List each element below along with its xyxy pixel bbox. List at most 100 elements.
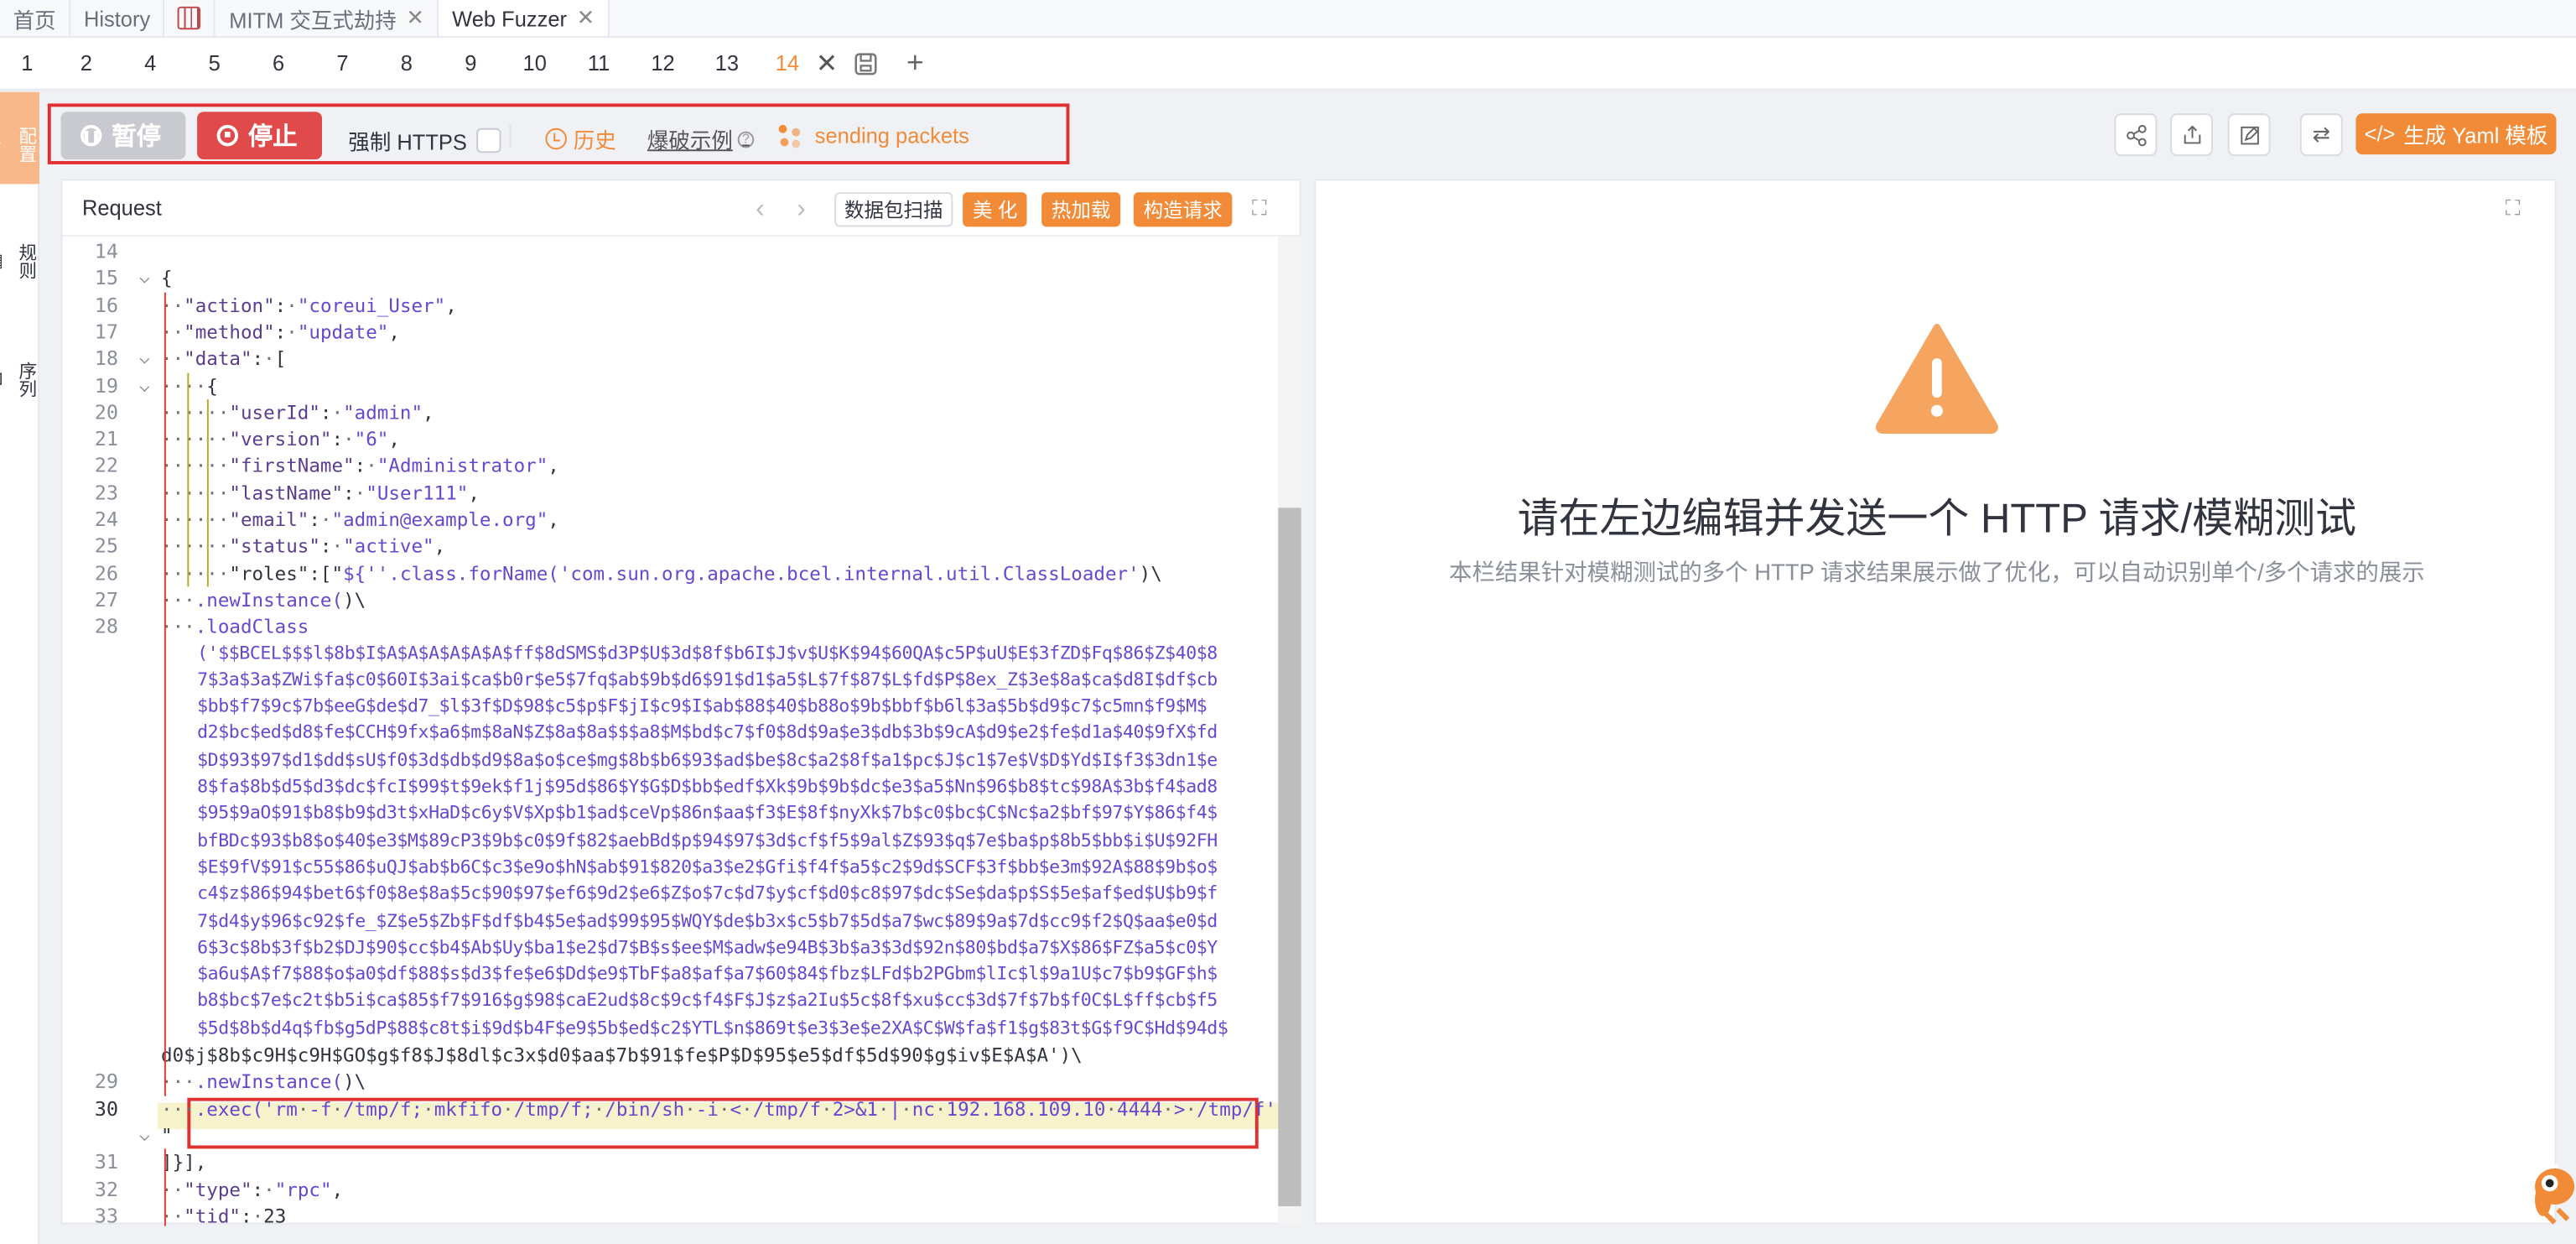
code-line: ···.loadClass (161, 615, 309, 638)
status-label: sending packets (814, 122, 969, 148)
code-line: " (161, 1123, 173, 1148)
help-icon[interactable]: ? (737, 130, 755, 148)
generate-yaml-button[interactable]: </> 生成 Yaml 模板 (2355, 113, 2557, 155)
sub-tab[interactable]: 2 (55, 37, 118, 90)
line-number: 29 (94, 1070, 119, 1094)
code-editor[interactable]: 14 15 ⌵{16 ··"action":·"coreui_User", 17 ··"m… (62, 237, 1279, 1226)
line-number: 32 (94, 1177, 119, 1201)
tab-web-fuzzer[interactable]: Web Fuzzer ✕ (439, 0, 610, 37)
indent-guide (164, 1148, 166, 1226)
sidebar-item-config[interactable]: 配置 ⚟ (0, 91, 40, 185)
swap-icon[interactable]: ⇄ (2299, 113, 2343, 157)
left-sidebar: 配置 ⚟ 规则 ▤ 序列 ⊟ (0, 91, 40, 1244)
code-line: $95$9aO$91$b8$b9$d3t$xHaD$c6y$V$Xp$b1$ad… (197, 802, 1218, 825)
line-number: 14 (94, 240, 119, 263)
response-empty-subtitle: 本栏结果针对模糊测试的多个 HTTP 请求结果展示做了优化，可以自动识别单个/多… (1449, 559, 2425, 586)
tab-mitm[interactable]: MITM 交互式劫持 ✕ (216, 0, 439, 37)
tab-mitm-label: MITM 交互式劫持 (229, 7, 397, 33)
tab-history[interactable]: History (70, 0, 165, 37)
sub-tab[interactable]: 13 (695, 37, 759, 90)
code-line: ··"data":·[ (161, 346, 287, 371)
code-line: ······"lastName":·"User111", (161, 481, 480, 504)
sub-tab[interactable]: 11 (567, 37, 631, 90)
example-label: 爆破示例 (647, 128, 733, 154)
packet-scan-button[interactable]: 数据包扫描 (834, 192, 953, 227)
sidebar-item-sequence[interactable]: 序列 ⊟ (0, 339, 39, 421)
line-number: 30 (94, 1096, 119, 1121)
fold-chevron-icon[interactable]: ⌵ (135, 346, 155, 372)
line-number: 20 (94, 400, 119, 424)
sub-tab[interactable]: 6 (247, 37, 310, 90)
sub-tab-active[interactable]: 14 ✕ (759, 37, 841, 90)
code-line: ···.newInstance()\ (161, 1070, 366, 1094)
tab-home-label: 首页 (13, 7, 56, 33)
code-line: ··"action":·"coreui_User", (161, 293, 457, 317)
example-link[interactable]: 爆破示例 ? (647, 123, 755, 154)
code-line: b8$bc$7e$c2t$b5i$ca$85$f7$916$g$98$caE2u… (197, 990, 1218, 1012)
sub-tab[interactable]: 4 (118, 37, 182, 90)
tab-calendar[interactable] (165, 0, 216, 37)
chevron-right-icon[interactable]: › (797, 195, 805, 225)
fold-chevron-icon[interactable]: ⌵ (135, 1122, 155, 1148)
code-line: bfBDc$93$b8$o$40$e3$M$89cP3$9b$c0$9f$82$… (197, 829, 1218, 851)
fold-chevron-icon[interactable]: ⌵ (135, 265, 155, 291)
sub-tab[interactable]: 12 (631, 37, 694, 90)
add-tab-icon[interactable]: + (891, 37, 940, 90)
save-icon[interactable] (841, 37, 891, 90)
code-icon: </> (2364, 121, 2396, 147)
sidebar-item-rules[interactable]: 规则 ▤ (0, 221, 39, 303)
fullscreen-icon[interactable]: ⛶ (1252, 195, 1267, 221)
code-line: 7$d4$y$96$c92$fe_$Z$e5$Zb$F$df$b4$5e$ad$… (197, 909, 1218, 931)
code-line: ]}], (161, 1150, 207, 1174)
tab-home[interactable]: 首页 (0, 0, 71, 37)
mascot-icon[interactable] (2521, 1150, 2576, 1226)
share-icon[interactable] (2114, 113, 2158, 157)
calendar-icon (178, 6, 201, 30)
code-line: $5d$8b$d4q$fb$g5dP$88$c8t$i$9d$b4F$e9$5b… (197, 1017, 1228, 1038)
code-line: $E$9fV$91$c55$86$uQJ$ab$b6C$c3$e9o$hN$ab… (197, 856, 1218, 877)
stop-label: 停止 (247, 122, 298, 152)
sub-tab[interactable]: 7 (310, 37, 374, 90)
sub-tab[interactable]: 1 (0, 37, 55, 90)
beautify-button[interactable]: 美 化 (963, 192, 1028, 227)
vertical-scrollbar[interactable] (1278, 237, 1301, 1226)
indent-guide (187, 372, 190, 587)
yaml-label: 生成 Yaml 模板 (2403, 122, 2548, 148)
code-line: $bb$f7$9c$7b$eeG$de$d7_$l$3f$D$98$c5$p$F… (197, 695, 1208, 717)
request-panel: Request ‹ › 数据包扫描 美 化 热加载 构造请求 ⛶ 14 15 ⌵{1… (60, 179, 1301, 1226)
scrollbar-thumb[interactable] (1278, 507, 1301, 1206)
request-title: Request (81, 195, 162, 221)
sub-tab[interactable]: 10 (503, 37, 567, 90)
close-icon[interactable]: ✕ (407, 5, 424, 31)
history-button[interactable]: 历史 (545, 123, 616, 154)
response-panel: ⛶ 请在左边编辑并发送一个 HTTP 请求/模糊测试 本栏结果针对模糊测试的多个… (1314, 179, 2557, 1225)
force-https-checkbox[interactable] (476, 128, 502, 154)
code-line: 6$3c$8b$3f$b2$DJ$90$cc$b4$Ab$Uy$ba1$e2$d… (197, 936, 1218, 958)
fullscreen-icon[interactable]: ⛶ (2506, 195, 2521, 221)
code-line: 7$3a$3a$ZWi$fa$c0$60I$3ai$ca$b0r$e5$7fq$… (197, 668, 1218, 690)
sub-tab[interactable]: 8 (375, 37, 439, 90)
chevron-left-icon[interactable]: ‹ (756, 195, 764, 225)
tab-web-fuzzer-label: Web Fuzzer (452, 5, 568, 31)
sidebar-item-sequence-label: 序列 (16, 362, 37, 398)
sub-tab[interactable]: 9 (439, 37, 502, 90)
pause-button[interactable]: ❚❚ 暂停 (60, 112, 186, 160)
export-icon[interactable] (2170, 113, 2214, 157)
stop-button[interactable]: ■ 停止 (197, 112, 323, 160)
code-line: ('$$BCEL$$$l$8b$I$A$A$A$A$A$A$ff$8dSMS$d… (197, 642, 1218, 664)
close-icon[interactable]: ✕ (577, 5, 595, 31)
top-tab-bar: 首页 History MITM 交互式劫持 ✕ Web Fuzzer ✕ (0, 0, 2576, 39)
sliders-icon: ⚟ (0, 135, 3, 154)
edit-icon[interactable] (2227, 113, 2271, 157)
fold-chevron-icon[interactable]: ⌵ (135, 372, 155, 398)
code-line: ······"status":·"active", (161, 534, 446, 558)
code-line: $a6u$A$f7$88$o$a0$df$88$s$d3$fe$e6$Dd$e9… (197, 963, 1218, 985)
code-line: ···.exec('rm·-f·/tmp/f;·mkfifo·/tmp/f;·/… (161, 1096, 1278, 1121)
sub-tab[interactable]: 5 (182, 37, 246, 90)
line-number: 31 (94, 1150, 119, 1174)
hotpatch-button[interactable]: 热加载 (1041, 192, 1121, 227)
code-line: c4$z$86$94$bet6$f0$8e$8a$5c$90$97$ef6$9d… (197, 882, 1218, 904)
close-icon[interactable]: ✕ (816, 47, 838, 80)
build-request-button[interactable]: 构造请求 (1133, 192, 1233, 227)
line-number: 22 (94, 454, 119, 477)
